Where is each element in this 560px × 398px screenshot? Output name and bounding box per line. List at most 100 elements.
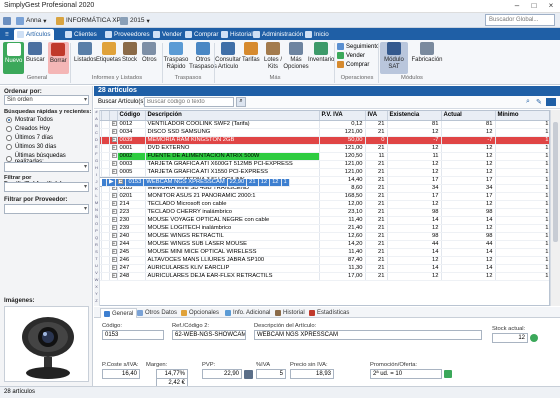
pvp-field[interactable]: 22,90 [202,369,242,379]
lotes-kits-button[interactable]: Lotes / Kits [262,42,284,70]
expand-icon[interactable]: + [111,152,116,158]
quick-option-7days[interactable]: Últimos 7 días [6,135,53,141]
table-row[interactable]: +223 TECLADO CHERRY inalámbrico 23,10 21 98 9… [95,208,549,217]
consultar-articulo-button[interactable]: Consultar Artículo [215,42,241,70]
table-row[interactable]: +0001 DVD EXTERNO 121,00 21 12 12 1 [95,144,549,153]
column-header[interactable]: Actual [441,111,496,121]
column-header[interactable]: P.V. IVA [319,111,366,121]
table-row[interactable]: +0201 MONITOR ASUS 21 PANORAMIC 2000:1 168… [95,192,549,201]
expand-icon[interactable]: + [111,120,116,126]
modulo-sat-button[interactable]: Módulo SAT [380,42,408,74]
tab-info-adicional[interactable]: Info. Adicional [222,308,273,318]
edit-icon[interactable]: ✎ [536,98,542,106]
column-header[interactable]: IVA [365,111,388,121]
search-icon[interactable]: ⌕ [236,97,246,107]
expand-icon[interactable]: + [111,264,116,270]
buscar-button[interactable]: Buscar [26,42,45,64]
expand-icon[interactable]: + [111,168,116,174]
inventario-button[interactable]: Inventario [308,42,334,64]
family-filter-select[interactable]: ▾ [4,182,89,192]
coste-field[interactable]: 16,40 [102,369,140,379]
mas-opciones-button[interactable]: Más Opciones [283,42,309,70]
column-header[interactable]: Descripción [145,111,320,121]
quick-option-today[interactable]: Creados Hoy [6,126,50,132]
maximize-icon[interactable]: □ [527,1,541,11]
scrollbar-thumb[interactable] [553,122,558,242]
alphabet-letter[interactable]: Z [94,298,99,306]
desc-field[interactable]: WEBCAM NGS XPRESSCAM [254,330,482,340]
tab-inicio[interactable]: Inicio [302,29,332,40]
table-row[interactable]: +247 AURICULARES KLIV EARCLIP 11,30 21 14 14 1 [95,264,549,273]
table-row[interactable]: +0002 FUENTE DE ALIMENTACIÓN ATRIX 500W 12… [95,152,549,161]
column-header[interactable]: Código [117,111,146,121]
etiquetas-button[interactable]: Etiquetas [96,42,121,64]
listados-button[interactable]: Listados [74,42,96,64]
calculator-icon[interactable] [244,370,253,379]
supplier-filter-select[interactable]: ▾ [4,204,89,214]
columns-icon[interactable] [546,98,556,106]
tab-general[interactable]: General [100,308,138,318]
table-row[interactable]: +248 AURICULARES DEJA EAR-FLEX RETRACTILS… [95,272,549,281]
table-row[interactable]: +0034 DISCO SSD SAMSUNG 121,00 21 12 12 1 [95,128,549,137]
minimize-icon[interactable]: – [510,1,524,11]
tab-articulos[interactable]: Artículos [14,29,54,40]
table-row[interactable]: +240 MOUSE WINGS RETRACTIL 12,60 21 98 98 1 [95,232,549,241]
stock-field[interactable]: 12 [492,333,528,343]
expand-icon[interactable]: + [111,192,116,198]
iva-select[interactable]: 5 [256,369,286,379]
tab-opcionales[interactable]: Opcionales [178,308,222,318]
expand-icon[interactable]: + [111,200,116,206]
tab-proveedores[interactable]: Proveedores [102,29,153,40]
home-icon[interactable]: ≡ [2,29,12,40]
otros-traspasos-button[interactable]: Otros Traspasos [189,42,217,70]
promo-field[interactable]: 2ª ud. = 10 [370,369,442,379]
close-icon[interactable]: × [544,1,558,11]
table-row[interactable]: +239 MOUSE LOGITECH inalámbrico 21,40 21 12 1… [95,224,549,233]
table-row[interactable]: +0003 TARJETA GRÁFICA ATI X600GT 512MB PC… [95,160,549,169]
table-row[interactable]: +0039 MEMORIA RAM KINGSTON 2GB 50,00 0 -7 -7 1 [95,136,549,145]
expand-icon[interactable]: + [111,136,116,142]
global-search-input[interactable]: Buscador Global... [485,14,555,26]
nuevo-button[interactable]: Nuevo [3,42,25,74]
expand-icon[interactable]: + [111,240,116,246]
grid-search-input[interactable] [144,97,234,107]
expand-icon[interactable]: + [111,208,116,214]
borrar-button[interactable]: Borrar [48,42,69,74]
table-row[interactable]: +214 TECLADO Microsoft con cable 12,00 21 12… [95,200,549,209]
tab-historial[interactable]: Historial [272,308,308,318]
fabricacion-button[interactable]: Fabricación [412,42,443,64]
order-select[interactable]: Sin orden ▾ [4,95,89,105]
codigo-field[interactable]: 0153 [102,330,164,340]
recent-search-select[interactable]: ▾ [4,162,89,172]
tab-clientes[interactable]: Clientes [62,29,100,40]
tab-administracion[interactable]: Administración [250,29,306,40]
tab-vender[interactable]: Vender [150,29,185,40]
expand-icon[interactable]: + [111,160,116,166]
tab-estadisticas[interactable]: Estadísticas [306,308,352,318]
back-icon[interactable] [3,15,11,26]
year-selector[interactable]: 2015 ▾ [120,15,150,26]
tarifas-button[interactable]: Tarifas [242,42,260,64]
tab-comprar[interactable]: Comprar [182,29,222,40]
grid-scrollbar[interactable] [550,110,560,306]
seguimiento-button[interactable]: Seguimiento [337,42,379,51]
expand-icon[interactable]: + [111,232,116,238]
otros-button[interactable]: Otros [142,42,157,64]
table-row[interactable]: ▶ +0153 WEBCAM NGS XPRESSCAM 22,90 21 12 12 1 [99,176,290,187]
table-row[interactable]: +0012 VENTILADOR COOLINK SWF2 (Tarifa) 0,1… [95,120,549,129]
expand-icon[interactable]: + [111,224,116,230]
expand-icon[interactable]: + [111,216,116,222]
quick-option-30days[interactable]: Últimos 30 días [6,144,56,150]
expand-icon[interactable]: + [111,128,116,134]
traspaso-rapido-button[interactable]: Traspaso Rápido [164,42,188,70]
search-icon[interactable]: ⌕ [526,98,530,106]
expand-icon[interactable]: + [118,178,124,184]
quick-option-all[interactable]: Mostrar Todos [6,117,53,123]
expand-icon[interactable]: + [111,144,116,150]
ref-field[interactable]: 62-WEB-NGS-SHOWCAM [172,330,246,340]
edit-promo-icon[interactable] [444,370,452,378]
column-header[interactable]: Existencia [387,111,442,121]
tab-otros-datos[interactable]: Otros Datos [134,308,180,318]
stock-button[interactable]: Stock [122,42,137,64]
table-row[interactable]: +230 MOUSE VOYAGE OPTICAL NEGRE con cable… [95,216,549,225]
